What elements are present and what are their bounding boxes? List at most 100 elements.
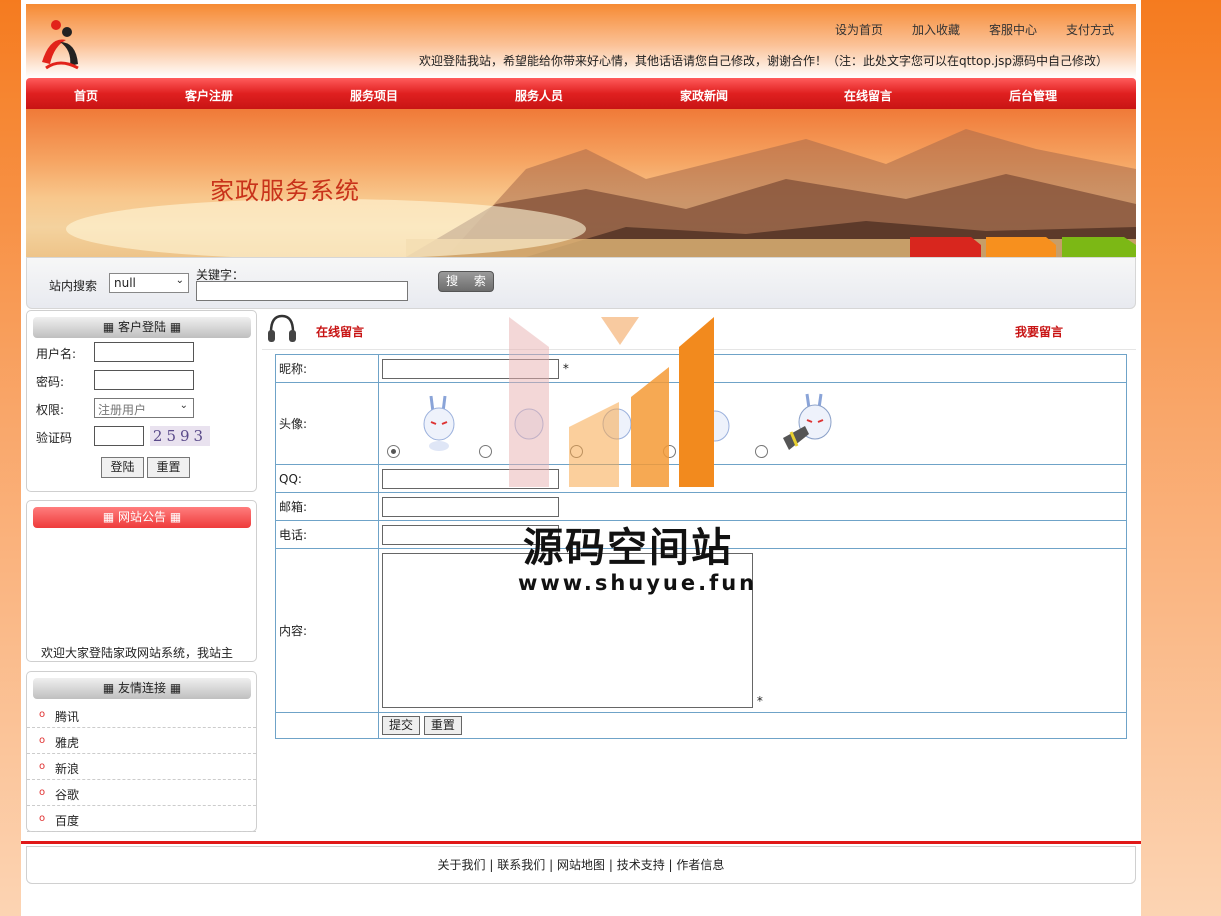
bullet-icon: o: [39, 735, 46, 746]
avatar-rabbit-1-icon: [423, 395, 455, 451]
search-category-select[interactable]: null ⌄: [109, 273, 189, 293]
watermark-text: 源码空间站: [523, 525, 733, 571]
footer-separator: |: [489, 858, 494, 872]
qq-label: QQ:: [275, 464, 379, 493]
required-mark: *: [756, 694, 763, 708]
email-label: 邮箱:: [275, 492, 379, 521]
watermark-url: www.shuyue.fun: [518, 571, 758, 595]
role-label: 权限:: [36, 403, 65, 417]
actions-label-cell: [275, 712, 379, 739]
footer-separator: |: [668, 858, 673, 872]
grid-icon: ▦: [102, 320, 115, 334]
nav-messages[interactable]: 在线留言: [844, 87, 892, 104]
links-box-title: ▦ 友情连接 ▦: [33, 678, 251, 699]
link-item-google[interactable]: o 谷歌: [27, 780, 256, 806]
grid-icon: ▦: [102, 510, 115, 524]
page: 设为首页 加入收藏 客服中心 支付方式 欢迎登陆我站，希望能给你带来好心情，其他…: [21, 0, 1141, 916]
notice-text: 欢迎大家登陆家政网站系统，我站主: [41, 646, 234, 660]
login-reset-button[interactable]: 重置: [147, 457, 190, 478]
footer-support[interactable]: 技术支持: [617, 858, 665, 872]
link-item-sina[interactable]: o 新浪: [27, 754, 256, 780]
link-label: 雅虎: [55, 736, 80, 750]
avatar-radio-1[interactable]: [387, 444, 400, 458]
content-label: 内容:: [275, 548, 379, 713]
nav-register[interactable]: 客户注册: [185, 87, 233, 104]
password-label: 密码:: [36, 375, 65, 389]
login-title-text: 客户登陆: [117, 320, 166, 334]
captcha-input[interactable]: [94, 426, 144, 446]
nickname-label: 昵称:: [275, 354, 379, 383]
nav-services[interactable]: 服务项目: [350, 87, 398, 104]
bullet-icon: o: [39, 709, 46, 720]
chevron-down-icon: ⌄: [179, 400, 188, 411]
bullet-icon: o: [39, 787, 46, 798]
banner: 家政服务系统: [26, 109, 1136, 257]
username-label: 用户名:: [36, 347, 77, 361]
link-label: 谷歌: [55, 788, 80, 802]
toplink-service-center[interactable]: 客服中心: [989, 21, 1037, 38]
username-input[interactable]: [94, 342, 194, 362]
links-list: o 腾讯 o 雅虎 o 新浪 o 谷歌 o 百度: [27, 702, 256, 832]
main-title: 在线留言: [316, 325, 365, 339]
avatar-rabbit-5-icon: [783, 393, 832, 450]
notice-box: ▦ 网站公告 ▦ 欢迎大家登陆家政网站系统，我站主: [26, 500, 257, 662]
link-item-baidu[interactable]: o 百度: [27, 806, 256, 832]
phone-label: 电话:: [275, 520, 379, 549]
nav-staff[interactable]: 服务人员: [515, 87, 563, 104]
nav-news[interactable]: 家政新闻: [680, 87, 728, 104]
footer-separator: |: [608, 858, 613, 872]
nav-admin[interactable]: 后台管理: [1009, 87, 1057, 104]
toplink-payment[interactable]: 支付方式: [1066, 21, 1114, 38]
footer-separator: |: [549, 858, 554, 872]
captcha-image[interactable]: 2593: [150, 426, 210, 446]
avatar-radio-2[interactable]: [479, 444, 492, 458]
login-box-title: ▦ 客户登陆 ▦: [33, 317, 251, 338]
grid-icon: ▦: [169, 510, 182, 524]
avatar-options: [379, 384, 1126, 464]
role-select[interactable]: 注册用户 ⌄: [94, 398, 194, 418]
search-label: 站内搜索: [49, 279, 98, 293]
phone-cell: [378, 520, 1127, 549]
chevron-down-icon: ⌄: [175, 275, 184, 286]
banner-landscape: [66, 129, 1136, 257]
submit-button[interactable]: 提交: [382, 716, 421, 735]
header: 设为首页 加入收藏 客服中心 支付方式 欢迎登陆我站，希望能给你带来好心情，其他…: [26, 4, 1136, 78]
toplink-set-home[interactable]: 设为首页: [835, 21, 883, 38]
keyword-input[interactable]: [196, 281, 408, 301]
bullet-icon: o: [39, 813, 46, 824]
notice-box-title: ▦ 网站公告 ▦: [33, 507, 251, 528]
footer-contact[interactable]: 联系我们: [497, 858, 545, 872]
footer-about[interactable]: 关于我们: [438, 858, 486, 872]
footer-author[interactable]: 作者信息: [676, 858, 724, 872]
footer-divider: [21, 841, 1141, 844]
link-item-yahoo[interactable]: o 雅虎: [27, 728, 256, 754]
top-links: 设为首页 加入收藏 客服中心 支付方式: [835, 21, 1114, 38]
avatar-label: 头像:: [275, 382, 379, 465]
grid-icon: ▦: [102, 681, 115, 695]
password-input[interactable]: [94, 370, 194, 390]
footer-sitemap[interactable]: 网站地图: [557, 858, 605, 872]
avatar-radio-5[interactable]: [755, 444, 768, 458]
banner-title: 家政服务系统: [210, 177, 360, 205]
search-button[interactable]: 搜 索: [438, 271, 494, 292]
form-reset-button[interactable]: 重置: [423, 716, 462, 735]
link-label: 新浪: [55, 762, 80, 776]
nav-home[interactable]: 首页: [74, 87, 98, 104]
footer: 关于我们 | 联系我们 | 网站地图 | 技术支持 | 作者信息: [26, 846, 1136, 884]
toplink-favorite[interactable]: 加入收藏: [912, 21, 960, 38]
link-label: 百度: [55, 814, 80, 828]
form-row-actions: 提交 重置: [275, 712, 1127, 739]
login-box: ▦ 客户登陆 ▦ 用户名: 密码: 权限: 注册用户 ⌄ 验证码 2593 登陆…: [26, 310, 257, 492]
post-message-link[interactable]: 我要留言: [1015, 323, 1063, 340]
grid-icon: ▦: [169, 320, 182, 334]
link-item-tencent[interactable]: o 腾讯: [27, 702, 256, 728]
watermark-logo-icon: [509, 317, 714, 487]
notice-title-text: 网站公告: [117, 510, 166, 524]
friend-links-box: ▦ 友情连接 ▦ o 腾讯 o 雅虎 o 新浪 o 谷歌 o 百度: [26, 671, 257, 832]
login-button[interactable]: 登陆: [101, 457, 144, 478]
grid-icon: ▦: [169, 681, 182, 695]
email-input[interactable]: [382, 496, 559, 517]
welcome-text: 欢迎登陆我站，希望能给你带来好心情，其他话语请您自己修改，谢谢合作！（注：此处文…: [418, 54, 1108, 68]
captcha-label: 验证码: [36, 431, 73, 445]
email-cell: [378, 492, 1127, 521]
